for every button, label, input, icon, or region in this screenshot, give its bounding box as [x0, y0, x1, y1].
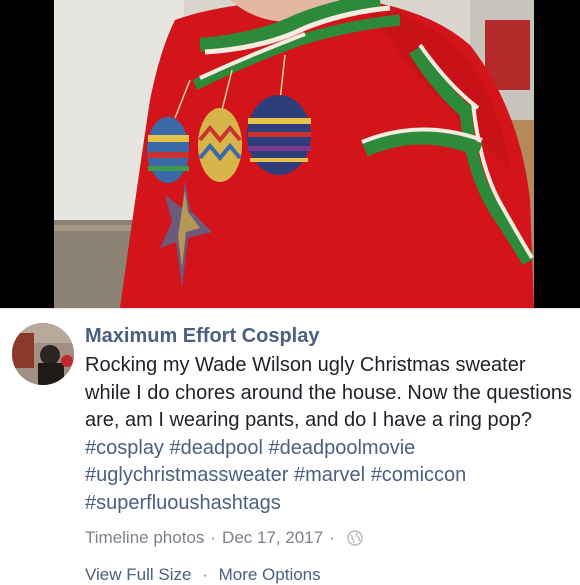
- hashtag-comiccon[interactable]: #comiccon: [371, 464, 467, 486]
- post-message-text: Rocking my Wade Wilson ugly Christmas sw…: [85, 354, 572, 431]
- post-photo[interactable]: [0, 0, 580, 308]
- hashtag-uglychristmassweater[interactable]: #uglychristmassweater: [85, 464, 288, 486]
- more-options-link[interactable]: More Options: [219, 565, 321, 584]
- post-meta: Timeline photos · Dec 17, 2017 ·: [85, 528, 363, 548]
- meta-separator: ·: [329, 528, 335, 547]
- hashtag-marvel[interactable]: #marvel: [294, 464, 365, 486]
- hashtag-deadpoolmovie[interactable]: #deadpoolmovie: [269, 437, 416, 459]
- post-date[interactable]: Dec 17, 2017: [222, 528, 323, 548]
- sweater-photo-image: [0, 0, 580, 308]
- post-details: Maximum Effort Cosplay Rocking my Wade W…: [0, 308, 580, 584]
- author-avatar[interactable]: [12, 323, 74, 385]
- album-link[interactable]: Timeline photos: [85, 528, 204, 548]
- hashtag-cosplay[interactable]: #cosplay: [85, 437, 164, 459]
- post-message: Rocking my Wade Wilson ugly Christmas sw…: [85, 352, 575, 517]
- meta-separator: ·: [210, 528, 217, 547]
- view-full-size-link[interactable]: View Full Size: [85, 565, 191, 584]
- hashtag-superfluoushashtags[interactable]: #superfluoushashtags: [85, 492, 281, 514]
- hashtag-deadpool[interactable]: #deadpool: [170, 437, 263, 459]
- links-separator: ·: [202, 565, 208, 584]
- photo-links: View Full Size · More Options: [85, 565, 321, 585]
- globe-icon[interactable]: [347, 530, 363, 546]
- author-name[interactable]: Maximum Effort Cosplay: [85, 325, 319, 348]
